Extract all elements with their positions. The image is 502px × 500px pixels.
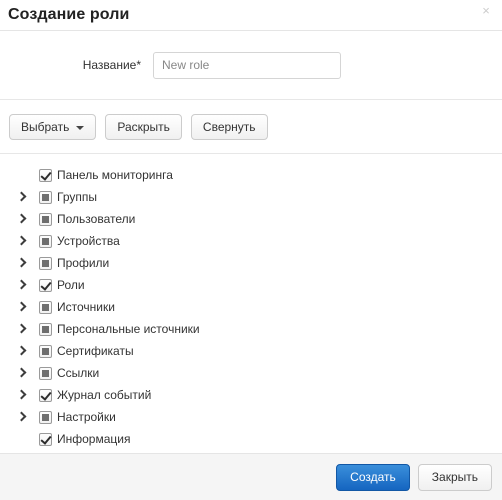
tree-item-label[interactable]: Роли	[57, 277, 85, 293]
tree-row[interactable]: Профили	[0, 252, 502, 274]
checkbox-indeterminate[interactable]	[39, 234, 52, 248]
select-dropdown-label: Выбрать	[21, 120, 70, 134]
dialog-footer: Создать Закрыть	[0, 453, 502, 500]
checkbox-indeterminate[interactable]	[39, 410, 52, 424]
name-form-row: Название*	[0, 31, 502, 82]
name-field-label: Название*	[82, 58, 141, 72]
chevron-right-icon[interactable]	[14, 189, 30, 205]
checkbox-indeterminate[interactable]	[39, 322, 52, 336]
checkbox-indeterminate[interactable]	[39, 256, 52, 270]
tree-row[interactable]: Источники	[0, 296, 502, 318]
chevron-right-icon[interactable]	[14, 409, 30, 425]
tree-item-label[interactable]: Пользователи	[57, 211, 135, 227]
page-title: Создание роли	[8, 6, 130, 23]
create-role-dialog: Создание роли × Название* Выбрать Раскры…	[0, 0, 502, 500]
chevron-right-icon[interactable]	[14, 343, 30, 359]
chevron-right-icon[interactable]	[14, 299, 30, 315]
chevron-right-icon[interactable]	[14, 277, 30, 293]
checkbox-checked[interactable]	[39, 168, 52, 182]
tree-item-label[interactable]: Источники	[57, 299, 115, 315]
dialog-body: Название* Выбрать Раскрыть Свернуть Пане…	[0, 31, 502, 453]
tree-row[interactable]: Панель мониторинга	[0, 164, 502, 186]
select-dropdown-button[interactable]: Выбрать	[9, 114, 97, 140]
tree-row[interactable]: Ссылки	[0, 362, 502, 384]
checkbox-indeterminate[interactable]	[39, 212, 52, 226]
tree-item-label[interactable]: Панель мониторинга	[57, 167, 173, 183]
chevron-down-icon	[76, 126, 85, 130]
tree-item-label[interactable]: Информация	[57, 431, 130, 447]
tree-toolbar: Выбрать Раскрыть Свернуть	[0, 100, 502, 153]
tree-row[interactable]: Журнал событий	[0, 384, 502, 406]
tree-item-label[interactable]: Устройства	[57, 233, 120, 249]
chevron-right-icon[interactable]	[14, 365, 30, 381]
tree-toggle-spacer	[14, 167, 30, 183]
tree-item-label[interactable]: Сертификаты	[57, 343, 134, 359]
checkbox-indeterminate[interactable]	[39, 190, 52, 204]
tree-row[interactable]: Сертификаты	[0, 340, 502, 362]
checkbox-checked[interactable]	[39, 388, 52, 402]
tree-row[interactable]: Настройки	[0, 406, 502, 428]
close-button[interactable]: Закрыть	[417, 463, 492, 491]
tree-row[interactable]: Группы	[0, 186, 502, 208]
tree-row[interactable]: Персональные источники	[0, 318, 502, 340]
tree-item-label[interactable]: Настройки	[57, 409, 116, 425]
checkbox-indeterminate[interactable]	[39, 300, 52, 314]
chevron-right-icon[interactable]	[14, 255, 30, 271]
tree-item-label[interactable]: Персональные источники	[57, 321, 200, 337]
expand-all-button[interactable]: Раскрыть	[105, 114, 182, 140]
tree-item-label[interactable]: Группы	[57, 189, 97, 205]
collapse-all-button[interactable]: Свернуть	[190, 114, 268, 140]
tree-item-label[interactable]: Журнал событий	[57, 387, 151, 403]
tree-item-label[interactable]: Ссылки	[57, 365, 99, 381]
tree-toggle-spacer	[14, 431, 30, 447]
tree-row[interactable]: Роли	[0, 274, 502, 296]
close-icon[interactable]: ×	[479, 4, 493, 18]
dialog-header: Создание роли ×	[0, 0, 502, 31]
checkbox-checked[interactable]	[39, 278, 52, 292]
tree-item-label[interactable]: Профили	[57, 255, 109, 271]
tree-row[interactable]: Устройства	[0, 230, 502, 252]
create-button[interactable]: Создать	[336, 463, 410, 491]
chevron-right-icon[interactable]	[14, 387, 30, 403]
tree-row[interactable]: Пользователи	[0, 208, 502, 230]
tree-row[interactable]: Информация	[0, 428, 502, 450]
chevron-right-icon[interactable]	[14, 211, 30, 227]
name-input[interactable]	[153, 51, 341, 79]
permission-tree: Панель мониторинга Группы Пользователи Устр…	[0, 154, 502, 450]
checkbox-indeterminate[interactable]	[39, 344, 52, 358]
chevron-right-icon[interactable]	[14, 321, 30, 337]
chevron-right-icon[interactable]	[14, 233, 30, 249]
checkbox-checked[interactable]	[39, 432, 52, 446]
checkbox-indeterminate[interactable]	[39, 366, 52, 380]
